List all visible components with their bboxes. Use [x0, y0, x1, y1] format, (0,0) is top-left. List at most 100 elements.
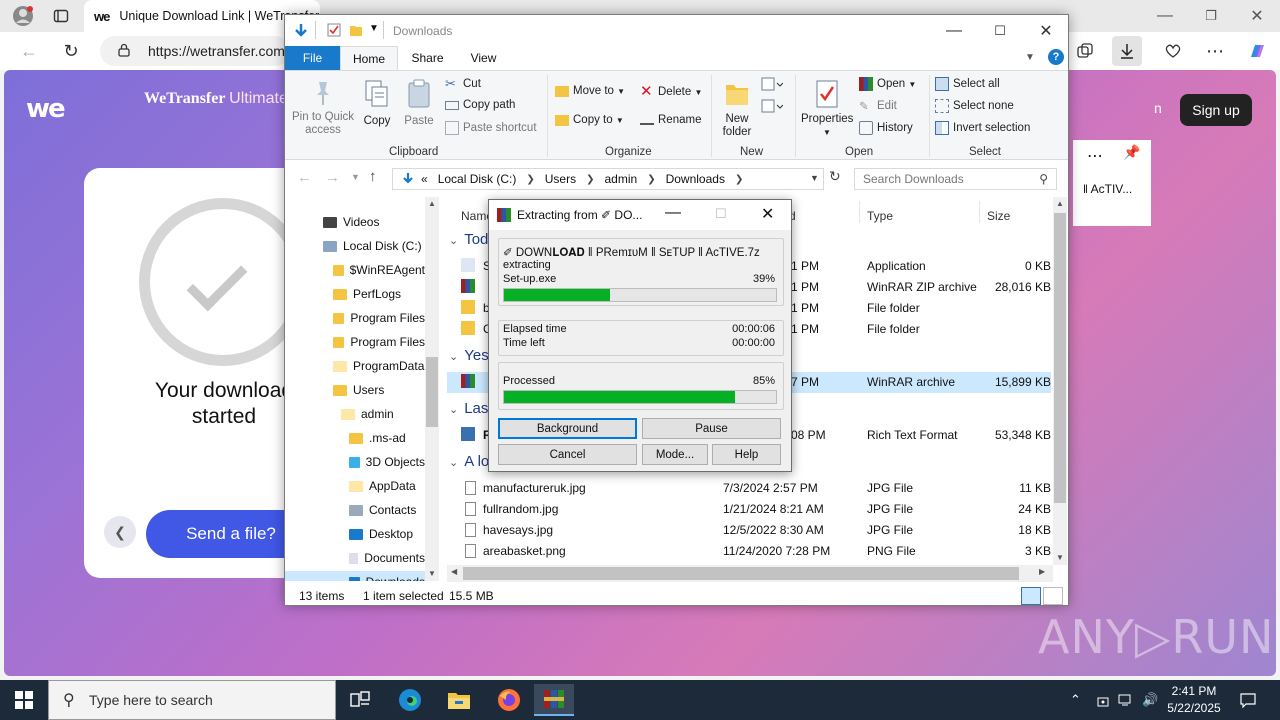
easy-access-icon[interactable] — [761, 99, 784, 113]
nav-item[interactable]: Local Disk (C:) — [285, 235, 425, 257]
firefox-icon[interactable] — [489, 684, 529, 716]
delete-button[interactable]: ✕ Delete ▼ — [640, 84, 702, 99]
taskbar-clock[interactable]: 2:41 PM 5/22/2025 — [1158, 683, 1230, 717]
address-dropdown-icon[interactable]: ▼ — [810, 173, 819, 183]
explorer-close-icon[interactable]: ✕ — [1023, 15, 1069, 46]
nav-item[interactable]: .ms-ad — [285, 427, 425, 449]
rename-button[interactable]: Rename — [640, 114, 701, 126]
mode-button[interactable]: Mode... — [642, 444, 708, 465]
new-folder-button[interactable]: New folder — [717, 79, 757, 139]
address-prefix[interactable]: « — [421, 172, 428, 186]
explorer-address-bar[interactable]: « Local Disk (C:) ❯ Users ❯ admin ❯ Downloa… — [392, 168, 824, 190]
paste-button[interactable]: Paste — [401, 79, 437, 128]
select-none-button[interactable]: Select none — [935, 99, 1014, 113]
nav-item[interactable]: admin — [285, 403, 425, 425]
file-row[interactable]: havesays.jpg 12/5/2022 8:30 AM JPG File 18 … — [447, 520, 1051, 541]
details-view-icon[interactable] — [1021, 587, 1041, 605]
pin-icon[interactable]: 📌 — [1123, 144, 1140, 161]
network-icon[interactable] — [1118, 680, 1134, 720]
column-type[interactable]: Type — [867, 209, 893, 223]
nav-up-icon[interactable]: ↑ — [369, 168, 377, 185]
invert-selection-button[interactable]: Invert selection — [935, 121, 1030, 135]
refresh-folder-icon[interactable]: ↻ — [829, 168, 841, 185]
properties-button[interactable]: Properties ▼ — [801, 79, 853, 139]
explorer-minimize-icon[interactable]: — — [931, 15, 977, 46]
close-icon[interactable]: ✕ — [1242, 1, 1272, 31]
back-icon[interactable]: ← — [14, 36, 44, 66]
help-button[interactable]: Help — [712, 444, 781, 465]
crumb-users[interactable]: Users — [545, 172, 576, 186]
pause-button[interactable]: Pause — [642, 418, 781, 439]
group-yesterday[interactable]: ⌄ Yes — [449, 347, 489, 364]
group-today[interactable]: ⌄ Tod — [449, 231, 488, 248]
notifications-icon[interactable] — [1240, 680, 1256, 720]
nav-item[interactable]: Program Files — [285, 331, 425, 353]
taskbar-search-input[interactable]: ⚲ Type here to search — [48, 680, 336, 720]
paste-shortcut-button[interactable]: Paste shortcut — [445, 121, 537, 135]
previous-button[interactable]: ❮ — [104, 516, 136, 548]
nav-item[interactable]: Users — [285, 379, 425, 401]
rar-minimize-icon[interactable]: — — [665, 204, 681, 222]
crumb-admin[interactable]: admin — [605, 172, 638, 186]
show-hidden-icons-icon[interactable]: ⌃ — [1070, 680, 1081, 720]
history-button[interactable]: History — [859, 121, 913, 135]
cut-button[interactable]: ✂ Cut — [445, 77, 481, 91]
volume-icon[interactable]: 🔊 — [1142, 680, 1158, 720]
nav-item[interactable]: Contacts — [285, 499, 425, 521]
background-button[interactable]: Background — [498, 418, 637, 439]
refresh-icon[interactable]: ↻ — [56, 36, 86, 66]
cancel-button[interactable]: Cancel — [498, 444, 637, 465]
signup-button[interactable]: Sign up — [1180, 94, 1252, 126]
downloads-icon[interactable] — [1112, 36, 1142, 66]
nav-back-icon[interactable]: ← — [297, 169, 312, 186]
tab-actions-icon[interactable] — [46, 1, 76, 31]
security-tray-icon[interactable] — [1096, 680, 1110, 720]
pin-quick-access-button[interactable]: Pin to Quick access — [289, 79, 357, 137]
explorer-search-input[interactable]: Search Downloads ⚲ — [854, 168, 1057, 190]
file-row[interactable]: fullrandom.jpg 1/21/2024 8:21 AM JPG File 2… — [447, 499, 1051, 520]
copy-to-button[interactable]: Copy to ▼ — [555, 114, 624, 126]
open-button[interactable]: Open ▼ — [859, 77, 916, 91]
qa-dropdown-icon[interactable]: ▼ — [369, 23, 379, 34]
move-to-button[interactable]: Move to ▼ — [555, 85, 625, 97]
tab-view[interactable]: View — [461, 46, 506, 70]
task-view-icon[interactable] — [340, 684, 380, 716]
performance-icon[interactable] — [1158, 36, 1188, 66]
nav-item[interactable]: $WinREAgent — [285, 259, 425, 281]
file-row[interactable]: areabasket.png 11/24/2020 7:28 PM PNG File… — [447, 541, 1051, 562]
select-all-button[interactable]: Select all — [935, 77, 1000, 91]
tab-home[interactable]: Home — [340, 46, 398, 70]
minimize-icon[interactable]: — — [1150, 1, 1180, 31]
edge-icon[interactable] — [390, 684, 430, 716]
files-scrollbar[interactable]: ▲ ▼ — [1053, 197, 1067, 565]
nav-item[interactable]: Desktop — [285, 523, 425, 545]
nav-item[interactable]: ProgramData — [285, 355, 425, 377]
group-last-week[interactable]: ⌄ Las — [449, 400, 488, 417]
nav-item[interactable]: Videos — [285, 211, 425, 233]
nav-item[interactable]: Program Files — [285, 307, 425, 329]
recent-locations-icon[interactable]: ▼ — [351, 172, 360, 182]
collections-icon[interactable] — [1070, 36, 1100, 66]
help-icon[interactable]: ? — [1048, 49, 1064, 65]
start-windows-icon[interactable] — [4, 684, 44, 716]
crumb-downloads[interactable]: Downloads — [666, 172, 725, 186]
properties-qa-icon[interactable] — [327, 23, 341, 37]
edit-button[interactable]: ✎ Edit — [859, 99, 897, 113]
profile-icon[interactable] — [8, 1, 38, 31]
crumb-local-disk[interactable]: Local Disk (C:) — [438, 172, 517, 186]
copy-path-button[interactable]: Copy path — [445, 99, 515, 111]
tab-share[interactable]: Share — [405, 46, 450, 70]
files-h-scrollbar[interactable]: ◀ ▶ — [447, 565, 1053, 582]
large-icons-view-icon[interactable] — [1043, 587, 1063, 605]
nav-forward-icon[interactable]: → — [325, 169, 340, 186]
nav-item[interactable]: Downloads — [285, 571, 425, 581]
new-folder-qa-icon[interactable] — [349, 23, 363, 37]
more-icon[interactable]: ⋯ — [1087, 146, 1103, 166]
ribbon-collapse-icon[interactable]: ▼ — [1025, 52, 1035, 63]
new-item-icon[interactable] — [761, 77, 784, 91]
nav-item[interactable]: AppData — [285, 475, 425, 497]
copilot-icon[interactable] — [1242, 36, 1272, 66]
column-size[interactable]: Size — [987, 209, 1010, 223]
nav-item[interactable]: PerfLogs — [285, 283, 425, 305]
copy-button[interactable]: Copy — [359, 79, 395, 128]
